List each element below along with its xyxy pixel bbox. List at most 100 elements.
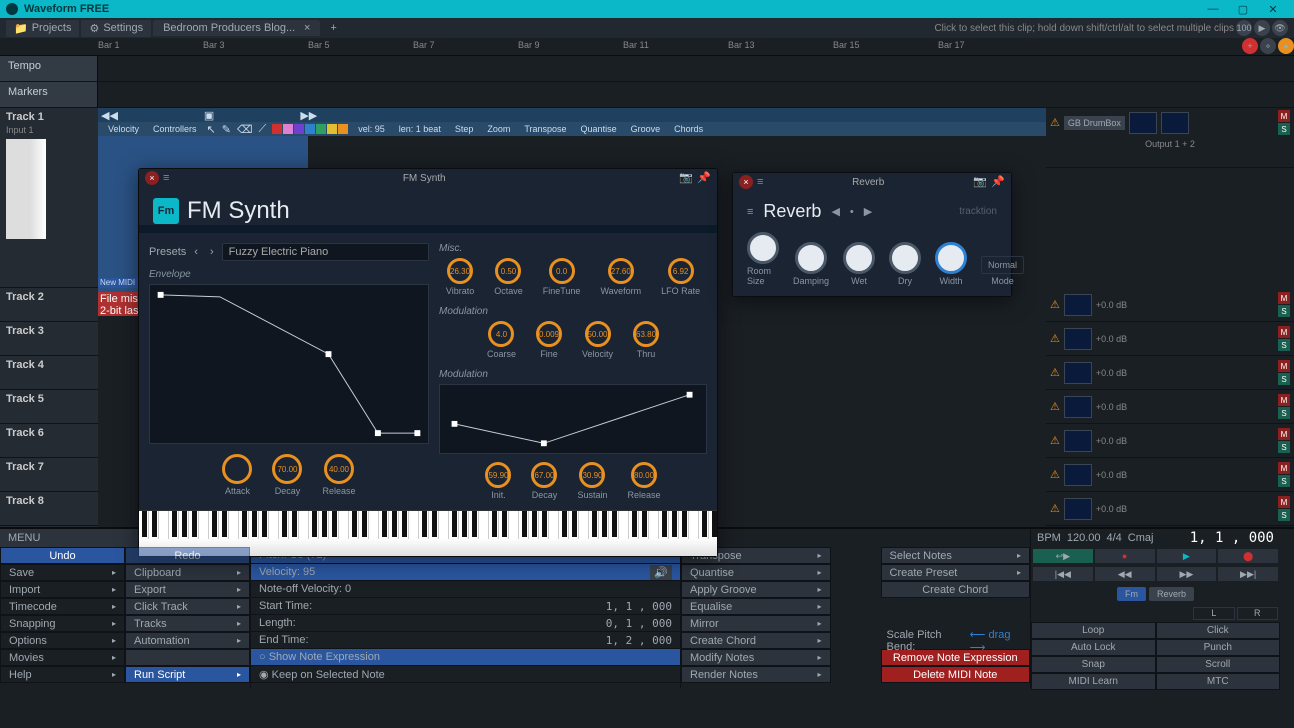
- reverb-chip[interactable]: Reverb: [1149, 587, 1194, 601]
- length-value[interactable]: len: 1 beat: [395, 124, 445, 134]
- transpose-tool[interactable]: Transpose: [520, 124, 570, 134]
- delete-midi-note-button[interactable]: Delete MIDI Note: [881, 666, 1031, 683]
- track-mixer-row[interactable]: ⚠ +0.0 dB MS: [1046, 288, 1294, 322]
- octave-knob[interactable]: 0.50Octave: [494, 258, 523, 296]
- noteoff-field[interactable]: Note-off Velocity: 0: [251, 581, 680, 598]
- hamburger-icon[interactable]: ≡: [747, 206, 753, 218]
- solo-button[interactable]: S: [1278, 407, 1290, 419]
- keep-selected-toggle[interactable]: ◉ Keep on Selected Note: [251, 666, 680, 683]
- export-menu[interactable]: Export▸: [125, 581, 250, 598]
- record-button[interactable]: ●: [1095, 549, 1155, 563]
- release2-knob[interactable]: 80.00Release: [628, 462, 661, 500]
- reverb-header[interactable]: × ≡ Reverb 📷 📌: [733, 173, 1011, 191]
- automation-menu[interactable]: Automation▸: [125, 632, 250, 649]
- create-preset-menu[interactable]: Create Preset▸: [881, 564, 1031, 581]
- color-swatch[interactable]: [327, 124, 337, 134]
- finetune-knob[interactable]: 0.0FineTune: [543, 258, 581, 296]
- waveform-knob[interactable]: 27.60Waveform: [600, 258, 641, 296]
- autolock-toggle[interactable]: Auto Lock: [1031, 639, 1156, 656]
- attack-knob[interactable]: Attack: [222, 454, 252, 496]
- thru-knob[interactable]: 63.80Thru: [633, 321, 659, 359]
- coarse-knob[interactable]: 4.0Coarse: [487, 321, 516, 359]
- velocity-field[interactable]: Velocity: 95🔊: [251, 564, 680, 581]
- mirror-menu[interactable]: Mirror▸: [681, 615, 831, 632]
- snapping-menu[interactable]: Snapping▸: [0, 615, 125, 632]
- loop-toggle[interactable]: Loop: [1031, 622, 1156, 639]
- equalise-menu[interactable]: Equalise▸: [681, 598, 831, 615]
- piano-roll-mini[interactable]: [6, 139, 46, 239]
- modulation-graph[interactable]: [439, 384, 707, 454]
- movies-menu[interactable]: Movies▸: [0, 649, 125, 666]
- eraser-tool-icon[interactable]: ⌫: [237, 123, 253, 136]
- settings-button[interactable]: ⚙ Settings: [81, 20, 151, 37]
- fm-chip[interactable]: Fm: [1117, 587, 1146, 601]
- rewind-icon[interactable]: ◀◀: [101, 109, 118, 122]
- track-mixer-row[interactable]: ⚠+0.0 dBMS: [1046, 322, 1294, 356]
- toolbar-play-icon[interactable]: ▶: [1254, 20, 1270, 36]
- init-knob[interactable]: 59.90Init.: [485, 462, 511, 500]
- starttime-field[interactable]: Start Time:1, 1 , 000: [251, 598, 680, 615]
- solo-button[interactable]: S: [1278, 441, 1290, 453]
- add-tab-button[interactable]: +: [322, 20, 344, 36]
- mute-button[interactable]: M: [1278, 110, 1290, 122]
- zoom-badge[interactable]: 100: [1236, 20, 1252, 36]
- envelope-graph[interactable]: [149, 284, 429, 444]
- marker-add-button[interactable]: +: [1242, 38, 1258, 54]
- marker-config-button[interactable]: ⚬: [1260, 38, 1276, 54]
- minimize-button[interactable]: —: [1198, 3, 1228, 15]
- track-header-7[interactable]: Track 7: [0, 458, 98, 492]
- vibrato-knob[interactable]: 26.30Vibrato: [446, 258, 474, 296]
- menu-icon[interactable]: ≡: [757, 176, 763, 188]
- sustain-knob[interactable]: 30.90Sustain: [577, 462, 607, 500]
- solo-button[interactable]: S: [1278, 339, 1290, 351]
- redo-button[interactable]: Redo: [125, 547, 250, 564]
- color-swatch[interactable]: [338, 124, 348, 134]
- color-swatch[interactable]: [305, 124, 315, 134]
- velocity-value[interactable]: vel: 95: [354, 124, 389, 134]
- endtime-field[interactable]: End Time:1, 2 , 000: [251, 632, 680, 649]
- close-reverb-button[interactable]: ×: [739, 175, 753, 189]
- close-plugin-button[interactable]: ×: [145, 171, 159, 185]
- create-chord-menu[interactable]: Create Chord▸: [681, 632, 831, 649]
- room-size-knob[interactable]: Room Size: [747, 232, 779, 286]
- play-button[interactable]: ▶: [1157, 549, 1217, 563]
- right-channel-indicator[interactable]: R: [1237, 607, 1279, 620]
- speaker-icon[interactable]: 🔊: [650, 565, 672, 580]
- mute-button[interactable]: M: [1278, 462, 1290, 474]
- pointer-tool-icon[interactable]: ↖: [207, 123, 216, 136]
- mute-button[interactable]: M: [1278, 394, 1290, 406]
- solo-button[interactable]: S: [1278, 123, 1290, 135]
- drumbox-plugin-chip[interactable]: GB DrumBox: [1064, 116, 1125, 130]
- track-mixer-row[interactable]: ⚠+0.0 dBMS: [1046, 424, 1294, 458]
- preset-prev-button[interactable]: ‹: [190, 246, 202, 258]
- forward-icon[interactable]: ▶▶: [300, 109, 317, 122]
- undo-button[interactable]: Undo: [0, 547, 125, 564]
- timecode-menu[interactable]: Timecode▸: [0, 598, 125, 615]
- midilearn-toggle[interactable]: MIDI Learn: [1031, 673, 1156, 690]
- next-preset-icon[interactable]: ▶: [864, 205, 872, 218]
- solo-button[interactable]: S: [1278, 373, 1290, 385]
- scroll-toggle[interactable]: Scroll: [1156, 656, 1281, 673]
- go-to-end-button[interactable]: ▶▶|: [1218, 567, 1278, 581]
- close-window-button[interactable]: ✕: [1258, 3, 1288, 16]
- playhead-icon[interactable]: ▣: [204, 109, 214, 122]
- solo-button[interactable]: S: [1278, 509, 1290, 521]
- color-swatch[interactable]: [272, 124, 282, 134]
- record-arm-button[interactable]: ⬤: [1218, 549, 1278, 563]
- pin-icon[interactable]: 📌: [991, 175, 1005, 189]
- line-tool-icon[interactable]: ⟋: [259, 123, 267, 136]
- mute-button[interactable]: M: [1278, 326, 1290, 338]
- punch-toggle[interactable]: Punch: [1156, 639, 1281, 656]
- chords-tool[interactable]: Chords: [670, 124, 707, 134]
- tempo-lane[interactable]: [98, 56, 1294, 81]
- mtc-toggle[interactable]: MTC: [1156, 673, 1281, 690]
- rewind-button[interactable]: ◀◀: [1095, 567, 1155, 581]
- help-menu[interactable]: Help▸: [0, 666, 125, 683]
- pin-icon[interactable]: 📌: [697, 171, 711, 185]
- left-channel-indicator[interactable]: L: [1193, 607, 1235, 620]
- velocity-tool[interactable]: Velocity: [104, 124, 143, 134]
- forward-button[interactable]: ▶▶: [1157, 567, 1217, 581]
- release-knob[interactable]: 40.00Release: [322, 454, 355, 496]
- dry-knob[interactable]: Dry: [889, 242, 921, 286]
- color-swatch[interactable]: [316, 124, 326, 134]
